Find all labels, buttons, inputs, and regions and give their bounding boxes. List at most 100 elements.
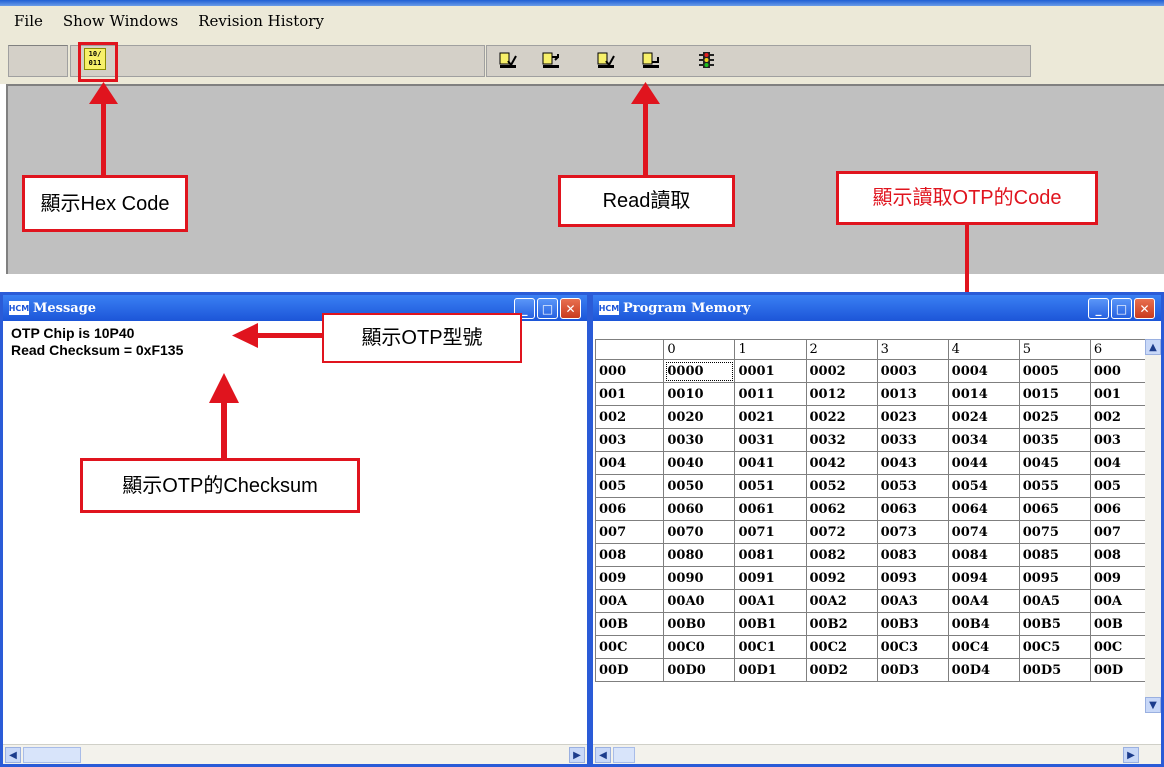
memory-cell[interactable]: 0054 — [947, 474, 1020, 498]
memory-cell[interactable]: 0062 — [805, 497, 878, 521]
memory-cell[interactable]: 00A1 — [734, 589, 807, 613]
memory-cell[interactable]: 0014 — [947, 382, 1020, 406]
memory-cell[interactable]: 00D0 — [663, 658, 736, 682]
memory-cell[interactable]: 0080 — [663, 543, 736, 567]
memory-cell[interactable]: 0033 — [876, 428, 949, 452]
traffic-light-icon[interactable] — [696, 51, 716, 69]
memory-cell[interactable]: 0064 — [947, 497, 1020, 521]
memory-vertical-scrollbar[interactable]: ▲ ▼ — [1145, 339, 1161, 713]
memory-cell[interactable]: 0071 — [734, 520, 807, 544]
memory-cell[interactable]: 0003 — [876, 359, 949, 383]
memory-cell[interactable]: 0092 — [805, 566, 878, 590]
memory-cell[interactable]: 00A4 — [947, 589, 1020, 613]
scroll-down-icon[interactable]: ▼ — [1145, 697, 1161, 713]
scroll-right-icon[interactable]: ▶ — [569, 747, 585, 763]
scroll-right-icon[interactable]: ▶ — [1123, 747, 1139, 763]
memory-cell[interactable]: 0094 — [947, 566, 1020, 590]
memory-cell[interactable]: 00D3 — [876, 658, 949, 682]
memory-cell[interactable]: 00C0 — [663, 635, 736, 659]
memory-cell[interactable]: 00B4 — [947, 612, 1020, 636]
memory-cell[interactable]: 0034 — [947, 428, 1020, 452]
memory-cell[interactable]: 0051 — [734, 474, 807, 498]
memory-cell[interactable]: 00D1 — [734, 658, 807, 682]
memory-cell[interactable]: 0032 — [805, 428, 878, 452]
menu-show-windows[interactable]: Show Windows — [63, 12, 178, 30]
memory-cell[interactable]: 0021 — [734, 405, 807, 429]
memory-cell[interactable]: 0030 — [663, 428, 736, 452]
memory-cell[interactable]: 0025 — [1018, 405, 1091, 429]
maximize-button[interactable]: □ — [537, 298, 558, 319]
memory-cell[interactable]: 0081 — [734, 543, 807, 567]
memory-cell[interactable]: 0024 — [947, 405, 1020, 429]
memory-cell[interactable]: 0091 — [734, 566, 807, 590]
memory-cell[interactable]: 00C3 — [876, 635, 949, 659]
memory-cell[interactable]: 0015 — [1018, 382, 1091, 406]
memory-cell[interactable]: 0004 — [947, 359, 1020, 383]
memory-cell[interactable]: 0084 — [947, 543, 1020, 567]
scroll-left-icon[interactable]: ◀ — [5, 747, 21, 763]
scroll-up-icon[interactable]: ▲ — [1145, 339, 1161, 355]
memory-cell[interactable]: 0053 — [876, 474, 949, 498]
memory-cell[interactable]: 0012 — [805, 382, 878, 406]
memory-cell[interactable]: 00B1 — [734, 612, 807, 636]
menu-revision-history[interactable]: Revision History — [198, 12, 324, 30]
memory-cell[interactable]: 0011 — [734, 382, 807, 406]
memory-cell[interactable]: 0001 — [734, 359, 807, 383]
maximize-button[interactable]: □ — [1111, 298, 1132, 319]
memory-cell[interactable]: 00C4 — [947, 635, 1020, 659]
memory-cell[interactable]: 0060 — [663, 497, 736, 521]
scroll-thumb[interactable] — [23, 747, 81, 763]
memory-cell[interactable]: 00C5 — [1018, 635, 1091, 659]
memory-cell[interactable]: 00A0 — [663, 589, 736, 613]
message-horizontal-scrollbar[interactable]: ◀ ▶ — [3, 744, 587, 764]
memory-cell[interactable]: 0082 — [805, 543, 878, 567]
memory-cell[interactable]: 0085 — [1018, 543, 1091, 567]
memory-cell[interactable]: 0050 — [663, 474, 736, 498]
memory-cell[interactable]: 0022 — [805, 405, 878, 429]
memory-cell[interactable]: 0040 — [663, 451, 736, 475]
memory-cell[interactable]: 0063 — [876, 497, 949, 521]
memory-cell[interactable]: 0002 — [805, 359, 878, 383]
verify-chip-icon[interactable] — [596, 51, 616, 69]
memory-cell[interactable]: 00D4 — [947, 658, 1020, 682]
memory-cell[interactable]: 0042 — [805, 451, 878, 475]
memory-cell[interactable]: 0023 — [876, 405, 949, 429]
memory-cell[interactable]: 0083 — [876, 543, 949, 567]
memory-cell[interactable]: 0075 — [1018, 520, 1091, 544]
program-memory-titlebar[interactable]: HCM Program Memory _ □ ✕ — [593, 295, 1161, 321]
memory-cell[interactable]: 0052 — [805, 474, 878, 498]
memory-cell[interactable]: 00D5 — [1018, 658, 1091, 682]
memory-cell[interactable]: 0043 — [876, 451, 949, 475]
close-button[interactable]: ✕ — [560, 298, 581, 319]
memory-cell[interactable]: 00D2 — [805, 658, 878, 682]
memory-cell[interactable]: 0013 — [876, 382, 949, 406]
memory-cell[interactable]: 0044 — [947, 451, 1020, 475]
memory-cell[interactable]: 0090 — [663, 566, 736, 590]
memory-cell[interactable]: 00B5 — [1018, 612, 1091, 636]
memory-cell[interactable]: 00C1 — [734, 635, 807, 659]
memory-cell[interactable]: 0041 — [734, 451, 807, 475]
memory-cell[interactable]: 0073 — [876, 520, 949, 544]
blank-check-icon[interactable] — [641, 51, 661, 69]
read-chip-icon[interactable] — [498, 51, 518, 69]
memory-cell[interactable]: 0065 — [1018, 497, 1091, 521]
memory-cell[interactable]: 0095 — [1018, 566, 1091, 590]
memory-cell[interactable]: 00A5 — [1018, 589, 1091, 613]
memory-cell[interactable]: 0020 — [663, 405, 736, 429]
memory-cell[interactable]: 0005 — [1018, 359, 1091, 383]
memory-cell[interactable]: 00A3 — [876, 589, 949, 613]
menu-file[interactable]: File — [14, 12, 43, 30]
memory-cell[interactable]: 0000 — [663, 359, 736, 383]
memory-cell[interactable]: 00A2 — [805, 589, 878, 613]
scroll-left-icon[interactable]: ◀ — [595, 747, 611, 763]
memory-cell[interactable]: 0074 — [947, 520, 1020, 544]
memory-cell[interactable]: 00B3 — [876, 612, 949, 636]
program-chip-icon[interactable] — [541, 51, 561, 69]
memory-cell[interactable]: 0061 — [734, 497, 807, 521]
memory-cell[interactable]: 0035 — [1018, 428, 1091, 452]
scroll-thumb[interactable] — [613, 747, 635, 763]
memory-cell[interactable]: 0010 — [663, 382, 736, 406]
memory-cell[interactable]: 0070 — [663, 520, 736, 544]
minimize-button[interactable]: _ — [1088, 298, 1109, 319]
memory-cell[interactable]: 0072 — [805, 520, 878, 544]
